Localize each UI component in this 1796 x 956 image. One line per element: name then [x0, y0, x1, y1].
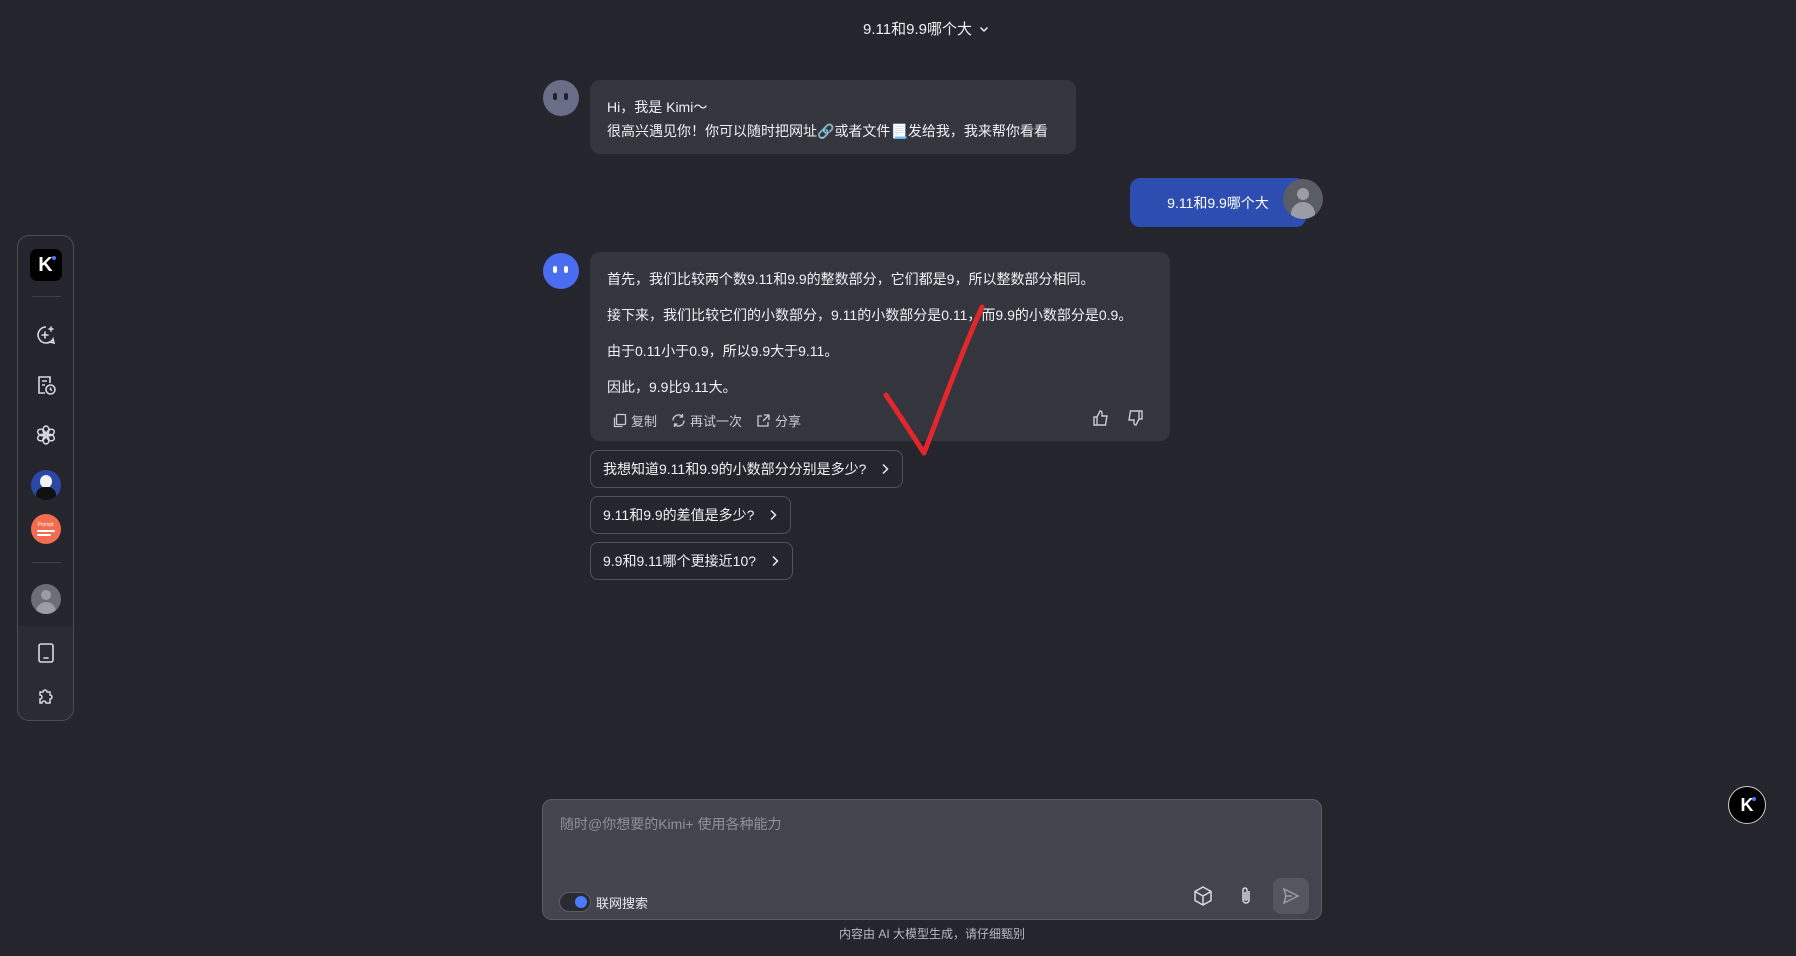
- kimi-logo[interactable]: K: [18, 248, 73, 282]
- thumbs-down-icon: [1128, 410, 1143, 426]
- web-search-label: 联网搜索: [596, 896, 649, 911]
- suggestion-text: 9.11和9.9的差值是多少?: [603, 507, 755, 523]
- bot-avatar: [543, 253, 579, 289]
- answer-paragraph-4: 因此，9.9比9.11大。: [607, 379, 737, 395]
- chevron-right-icon: [770, 509, 778, 521]
- web-search-toggle[interactable]: [559, 892, 591, 912]
- link-icon: 🔗: [817, 123, 835, 139]
- retry-button[interactable]: 再试一次: [671, 411, 742, 430]
- like-button[interactable]: [1092, 409, 1110, 427]
- message-input[interactable]: [558, 812, 1302, 856]
- user-profile-button[interactable]: [18, 582, 73, 616]
- sidebar: K Prompt: [17, 235, 74, 721]
- red-checkmark-annotation: [883, 304, 985, 456]
- answer-paragraph-3: 由于0.11小于0.9，所以9.9大于9.11。: [607, 343, 839, 359]
- plugin-button[interactable]: [18, 683, 73, 711]
- flower-icon: [36, 425, 55, 445]
- paperclip-icon: [1242, 887, 1250, 904]
- avatar: [30, 470, 61, 500]
- new-chat-button[interactable]: [18, 318, 73, 352]
- share-icon: [757, 414, 770, 427]
- conversation-title-text: 9.11和9.9哪个大: [863, 21, 972, 38]
- bot-greeting-bubble: Hi，我是 Kimi～ 很高兴遇见你！你可以随时把网址🔗或者文件📃发给我，我来帮…: [590, 80, 1076, 154]
- message-composer: 联网搜索: [542, 799, 1322, 920]
- suggestion-chip[interactable]: 9.9和9.11哪个更接近10?: [590, 542, 794, 580]
- attach-button[interactable]: [1235, 885, 1257, 907]
- chevron-right-icon: [772, 555, 779, 567]
- history-icon: [37, 376, 56, 395]
- dislike-button[interactable]: [1126, 409, 1144, 427]
- suggestion-text: 我想知道9.11和9.9的小数部分分别是多少?: [603, 461, 867, 477]
- kimi-plus-button[interactable]: [18, 418, 73, 452]
- greeting-line-2: 很高兴遇见你！你可以随时把网址🔗或者文件📃发给我，我来帮你看看: [607, 123, 1048, 139]
- conversation-title[interactable]: 9.11和9.9哪个大: [0, 18, 1796, 39]
- copy-button[interactable]: 复制: [612, 411, 657, 430]
- puzzle-icon: [38, 689, 53, 704]
- user-message-text: 9.11和9.9哪个大: [1167, 194, 1269, 211]
- suggestion-chip[interactable]: 我想知道9.11和9.9的小数部分分别是多少?: [590, 450, 904, 488]
- file-icon: 📃: [890, 123, 908, 139]
- bot-avatar: [543, 80, 579, 116]
- avatar: Prompt: [30, 514, 61, 544]
- greeting-line-1: Hi，我是 Kimi～: [607, 99, 708, 115]
- suggestion-chip[interactable]: 9.11和9.9的差值是多少?: [590, 496, 792, 534]
- tablet-icon: [37, 643, 54, 663]
- send-button[interactable]: [1273, 878, 1309, 914]
- sidebar-bottom-group: [18, 626, 73, 720]
- tablet-button[interactable]: [18, 639, 73, 667]
- thumbs-up-icon: [1093, 410, 1108, 426]
- cube-button[interactable]: [1192, 885, 1214, 907]
- user-message-bubble: 9.11和9.9哪个大: [1130, 178, 1306, 227]
- send-icon: [1282, 887, 1300, 905]
- copy-icon: [613, 413, 627, 428]
- history-button[interactable]: [18, 368, 73, 402]
- disclaimer-note: 内容由 AI 大模型生成，请仔细甄别: [838, 927, 1025, 941]
- answer-paragraph-1: 首先，我们比较两个数9.11和9.9的整数部分，它们都是9，所以整数部分相同。: [607, 271, 1095, 287]
- suggestion-text: 9.9和9.11哪个更接近10?: [603, 553, 757, 569]
- chevron-down-icon: [979, 26, 988, 32]
- cube-icon: [1194, 886, 1212, 906]
- chat-plus-icon: [36, 326, 55, 345]
- agent-avatar-button[interactable]: [18, 468, 73, 502]
- kimi-logo-text: K: [38, 253, 53, 276]
- user-avatar: [1283, 179, 1323, 219]
- prompt-avatar-button[interactable]: Prompt: [18, 512, 73, 546]
- share-button[interactable]: 分享: [756, 411, 801, 430]
- floating-kimi-button[interactable]: K: [1728, 786, 1766, 824]
- refresh-icon: [672, 414, 685, 427]
- user-icon: [30, 584, 61, 614]
- answer-actions: 复制 再试一次 分享: [612, 411, 801, 430]
